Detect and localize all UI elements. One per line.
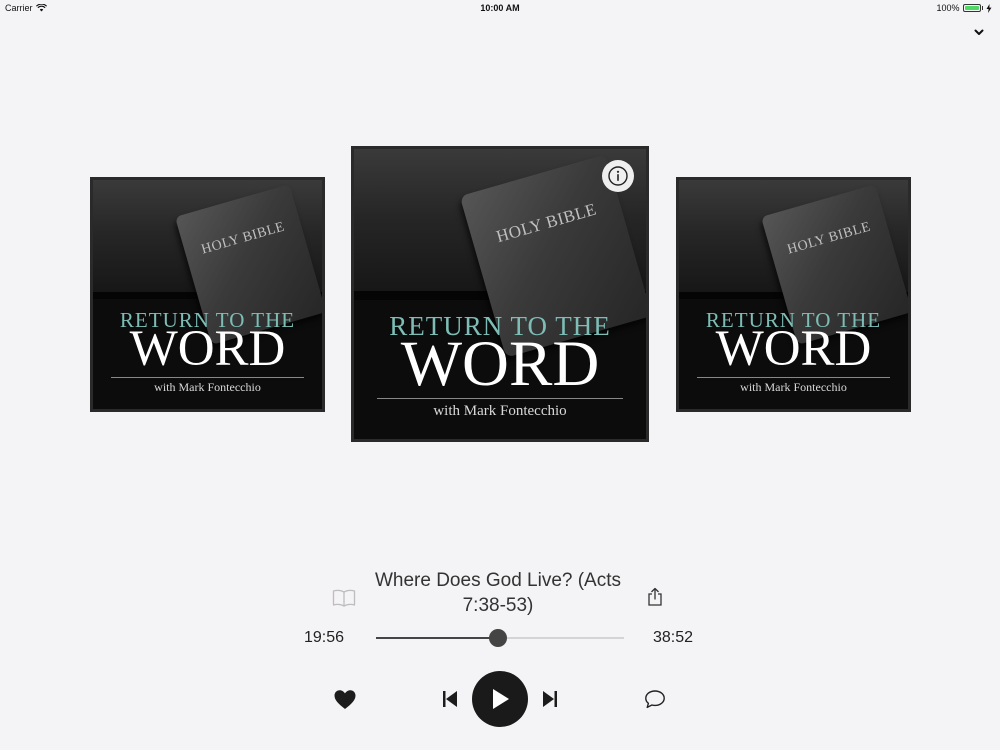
comment-icon [645,690,665,709]
info-button[interactable] [602,160,634,192]
episode-notes-button[interactable] [332,588,356,608]
battery-icon [962,4,981,12]
progress-thumb[interactable] [488,629,507,647]
artwork-subtitle: with Mark Fontecchio [740,380,847,395]
play-button[interactable] [472,671,528,727]
total-time: 38:52 [653,629,694,646]
heart-icon [334,689,356,709]
share-button[interactable] [645,586,665,608]
next-button[interactable] [541,688,559,710]
artwork-title-line2: WORD [715,321,872,378]
artwork-subtitle: with Mark Fontecchio [433,402,567,419]
chevron-down-icon [974,29,984,35]
collapse-button[interactable] [972,26,986,38]
book-icon [332,589,356,607]
share-icon [648,587,662,606]
info-icon [608,166,628,186]
artwork-previous[interactable]: HOLY BIBLE RETURN TO THE WORD with Mark … [90,177,325,412]
skip-back-icon [443,691,457,707]
previous-button[interactable] [441,688,459,710]
artwork-rule [111,376,304,378]
battery-tip [981,6,983,10]
episode-title: Where Does God Live? (Acts 7:38-53) [374,570,622,616]
status-right: 100% [936,3,992,13]
artwork-next[interactable]: HOLY BIBLE RETURN TO THE WORD with Mark … [676,177,911,412]
artwork-rule [377,398,623,400]
battery-fill [964,6,979,10]
skip-forward-icon [543,691,557,707]
artwork-rule [697,376,890,378]
play-icon [493,689,509,709]
bible-text: HOLY BIBLE [786,219,873,258]
artwork-subtitle: with Mark Fontecchio [154,380,261,395]
charging-icon [986,3,992,13]
favorite-button[interactable] [333,688,357,710]
bible-text: HOLY BIBLE [200,219,287,258]
artwork-current[interactable]: HOLY BIBLE RETURN TO THE WORD with Mark … [351,146,649,442]
elapsed-time: 19:56 [304,629,345,646]
bible-text: HOLY BIBLE [493,200,599,247]
battery-percent: 100% [936,3,960,13]
artwork-title-line2: WORD [400,327,600,400]
now-playing-screen: Carrier 10:00 AM 100% HOLY BIBLE RETURN … [0,0,1000,750]
status-time: 10:00 AM [480,3,520,13]
artwork-title-line2: WORD [129,321,286,378]
progress-fill [376,637,498,639]
comments-button[interactable] [644,688,666,710]
status-bar: Carrier 10:00 AM 100% [0,0,1000,16]
